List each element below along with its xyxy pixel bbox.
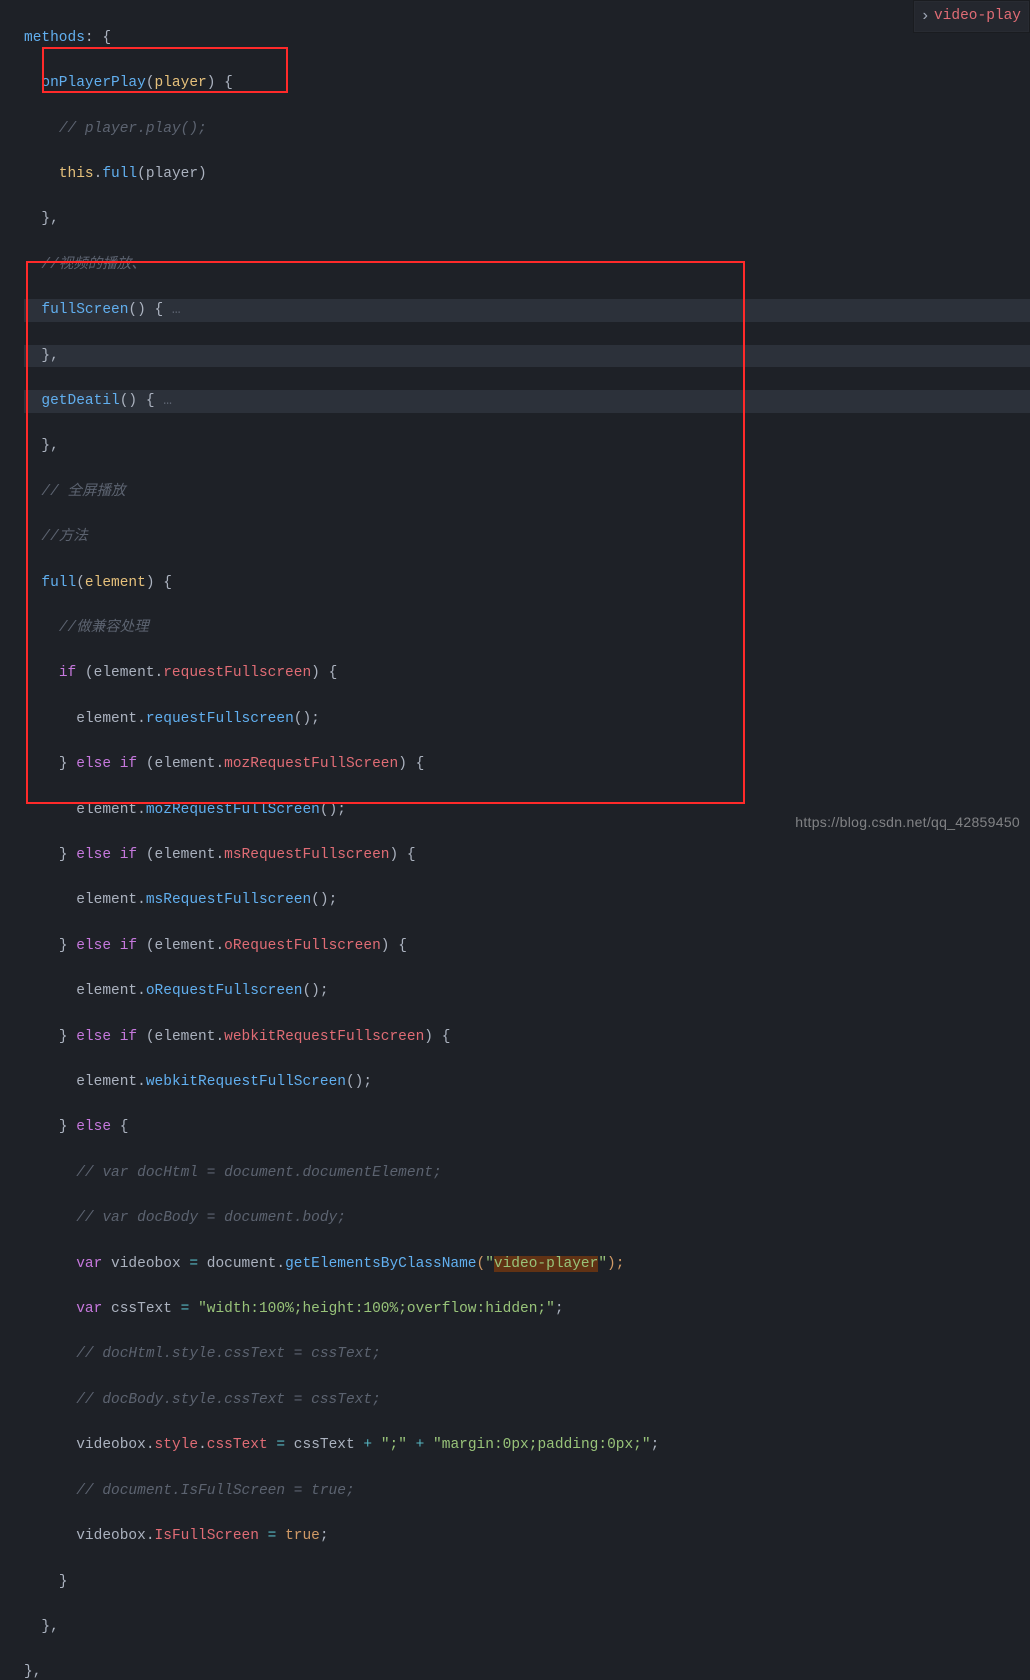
code-line[interactable]: getDeatil() { … <box>24 390 1030 413</box>
code-line[interactable]: //方法 <box>24 526 1030 549</box>
code-line[interactable]: fullScreen() { … <box>24 299 1030 322</box>
property-name: methods <box>24 30 85 46</box>
code-line[interactable]: // docHtml.style.cssText = cssText; <box>24 1343 1030 1366</box>
code-line[interactable]: // var docHtml = document.documentElemen… <box>24 1162 1030 1185</box>
code-line[interactable]: // var docBody = document.body; <box>24 1207 1030 1230</box>
code-line[interactable]: videobox.IsFullScreen = true; <box>24 1525 1030 1548</box>
code-line[interactable]: } else if (element.msRequestFullscreen) … <box>24 844 1030 867</box>
code-line[interactable]: } else if (element.oRequestFullscreen) { <box>24 935 1030 958</box>
code-line[interactable]: }, <box>24 345 1030 368</box>
code-line[interactable]: element.msRequestFullscreen(); <box>24 889 1030 912</box>
code-line[interactable]: var cssText = "width:100%;height:100%;ov… <box>24 1298 1030 1321</box>
code-line[interactable]: //视频的播放、 <box>24 254 1030 277</box>
code-line[interactable]: element.requestFullscreen(); <box>24 708 1030 731</box>
code-line[interactable]: } else if (element.webkitRequestFullscre… <box>24 1026 1030 1049</box>
code-line[interactable]: element.oRequestFullscreen(); <box>24 980 1030 1003</box>
tab-label: video-play <box>934 5 1021 28</box>
code-line[interactable]: this.full(player) <box>24 163 1030 186</box>
search-result-tab[interactable]: › video-play <box>913 0 1030 33</box>
code-editor[interactable]: methods: { onPlayerPlay(player) { // pla… <box>0 0 1030 1680</box>
code-line[interactable]: } else if (element.mozRequestFullScreen)… <box>24 753 1030 776</box>
code-line[interactable]: var videobox = document.getElementsByCla… <box>24 1253 1030 1276</box>
code-line[interactable]: }, <box>24 435 1030 458</box>
code-line[interactable]: }, <box>24 1616 1030 1639</box>
code-line[interactable]: } else { <box>24 1116 1030 1139</box>
code-line[interactable]: // player.play(); <box>24 118 1030 141</box>
code-line[interactable]: // docBody.style.cssText = cssText; <box>24 1389 1030 1412</box>
method-name: onPlayerPlay <box>41 75 145 91</box>
code-line[interactable]: if (element.requestFullscreen) { <box>24 662 1030 685</box>
code-line[interactable]: methods: { <box>24 27 1030 50</box>
code-line[interactable]: }, <box>24 1661 1030 1680</box>
code-line[interactable]: element.webkitRequestFullScreen(); <box>24 1071 1030 1094</box>
code-line[interactable]: videobox.style.cssText = cssText + ";" +… <box>24 1434 1030 1457</box>
code-line[interactable]: }, <box>24 208 1030 231</box>
code-line[interactable]: // 全屏播放 <box>24 481 1030 504</box>
code-line[interactable]: full(element) { <box>24 572 1030 595</box>
code-line[interactable]: } <box>24 1571 1030 1594</box>
highlighted-text: video-player <box>494 1256 598 1272</box>
code-line[interactable]: //做兼容处理 <box>24 617 1030 640</box>
chevron-right-icon: › <box>920 5 930 28</box>
watermark-text: https://blog.csdn.net/qq_42859450 <box>795 811 1020 834</box>
code-line[interactable]: onPlayerPlay(player) { <box>24 72 1030 95</box>
code-line[interactable]: // document.IsFullScreen = true; <box>24 1480 1030 1503</box>
